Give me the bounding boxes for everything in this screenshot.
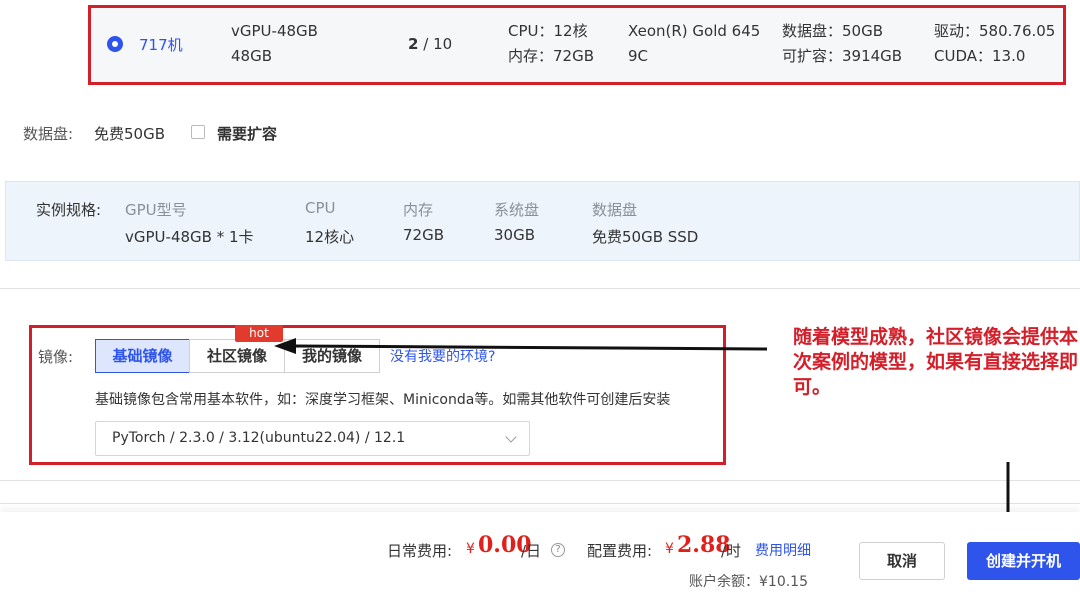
- gpu-total-count: 10: [433, 35, 453, 53]
- expand-checkbox[interactable]: [191, 125, 205, 139]
- data-disk-free: 免费50GB: [94, 125, 166, 143]
- expandable-size: 可扩容：3914GB: [782, 47, 903, 65]
- config-cost-currency: ¥: [665, 541, 674, 557]
- annotation-note: 随着模型成熟，社区镜像会提供本次案例的模型，如果有直接选择即可。: [793, 326, 1079, 398]
- cuda-version: CUDA：13.0: [934, 47, 1026, 65]
- spec-value-cpu: 12核心: [305, 228, 355, 246]
- spec-head-system-disk: 系统盘: [494, 201, 540, 219]
- daily-cost-currency: ¥: [466, 541, 475, 557]
- machine-name: 717机: [139, 36, 183, 54]
- daily-cost-unit: /日: [521, 542, 542, 560]
- spec-value-gpu: vGPU-48GB * 1卡: [125, 228, 254, 246]
- mirror-version-select[interactable]: PyTorch / 2.3.0 / 3.12(ubuntu22.04) / 12…: [95, 421, 530, 456]
- spec-head-gpu: GPU型号: [125, 201, 187, 219]
- spec-head-memory: 内存: [403, 201, 434, 219]
- spec-label: 实例规格:: [36, 201, 102, 219]
- gpu-available-count: 2: [408, 35, 419, 53]
- expand-label[interactable]: 需要扩容: [217, 123, 277, 144]
- account-balance: 账户余额：¥10.15: [689, 574, 808, 590]
- divider-bottom: [0, 503, 1080, 504]
- cancel-button[interactable]: 取消: [859, 542, 945, 580]
- selected-machine-row[interactable]: 717机 vGPU-48GB 48GB 2 / 10 CPU：12核 内存：72…: [88, 5, 1066, 85]
- divider-middle: [0, 480, 1080, 481]
- ram-size: 内存：72GB: [508, 47, 595, 65]
- config-cost-label: 配置费用:: [587, 542, 653, 560]
- cpu-model-line1: Xeon(R) Gold 645: [628, 22, 761, 40]
- create-and-start-button[interactable]: 创建并开机: [967, 542, 1080, 580]
- gpu-count-separator: /: [423, 35, 429, 53]
- cpu-cores: CPU：12核: [508, 22, 588, 40]
- divider-top: [0, 288, 1080, 289]
- gpu-model: vGPU-48GB: [231, 22, 318, 40]
- spec-value-system-disk: 30GB: [494, 226, 536, 244]
- spec-value-data-disk: 免费50GB SSD: [592, 228, 699, 246]
- mirror-description: 基础镜像包含常用基本软件，如：深度学习框架、Miniconda等。如需其他软件可…: [95, 392, 671, 408]
- mirror-version-value: PyTorch / 2.3.0 / 3.12(ubuntu22.04) / 12…: [112, 430, 406, 446]
- data-disk-size: 数据盘：50GB: [782, 22, 884, 40]
- driver-version: 驱动：580.76.05: [934, 22, 1056, 40]
- machine-radio-selected[interactable]: [107, 36, 123, 52]
- gpu-availability: 2 / 10: [408, 34, 452, 54]
- chevron-down-icon: [505, 431, 517, 443]
- instance-spec-panel: 实例规格: GPU型号 vGPU-48GB * 1卡 CPU 12核心 内存 7…: [5, 181, 1080, 261]
- cost-details-link[interactable]: 费用明细: [755, 540, 811, 560]
- arrow-to-community-tab: [274, 338, 768, 354]
- cpu-model-line2: 9C: [628, 47, 649, 65]
- mirror-label: 镜像:: [38, 348, 74, 366]
- spec-head-data-disk: 数据盘: [592, 201, 638, 219]
- help-icon[interactable]: ?: [551, 543, 565, 557]
- tab-basic-mirror[interactable]: 基础镜像: [95, 339, 190, 373]
- spec-value-memory: 72GB: [403, 226, 445, 244]
- spec-head-cpu: CPU: [305, 199, 336, 217]
- daily-cost-label: 日常费用:: [387, 542, 453, 560]
- gpu-memory: 48GB: [231, 47, 273, 65]
- data-disk-label: 数据盘:: [23, 125, 74, 143]
- config-cost-unit: /时: [721, 542, 742, 560]
